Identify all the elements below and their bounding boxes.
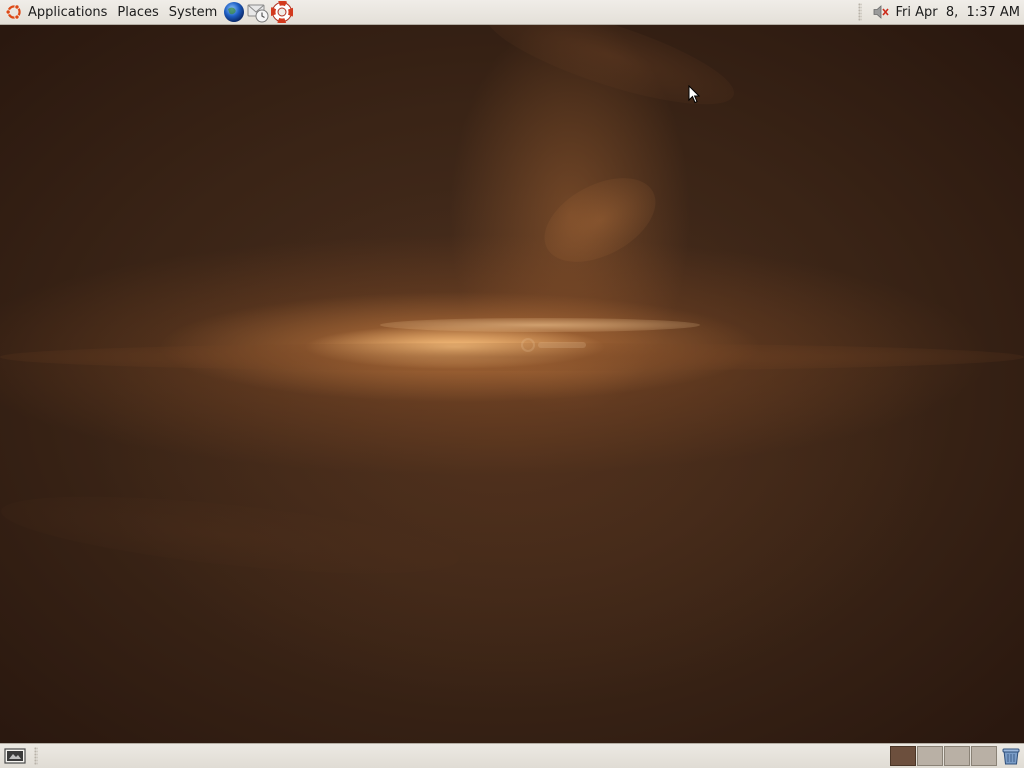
show-desktop-icon — [4, 748, 26, 764]
panel-drag-handle[interactable] — [857, 3, 862, 21]
top-panel: Applications Places System Fri Apr 8, 1:… — [0, 0, 1024, 25]
workspace-2[interactable] — [917, 746, 943, 766]
places-menu-label: Places — [117, 4, 159, 20]
help-launcher[interactable] — [270, 0, 294, 24]
applications-menu[interactable]: Applications — [0, 0, 112, 25]
clock[interactable]: Fri Apr 8, 1:37 AM — [890, 5, 1024, 20]
trash-icon — [1002, 748, 1020, 765]
firefox-web-browser-icon — [224, 2, 245, 22]
system-menu[interactable]: System — [164, 0, 222, 25]
system-menu-label: System — [168, 4, 218, 20]
volume-muted-icon[interactable] — [872, 4, 890, 20]
help-lifebuoy-icon — [271, 1, 294, 23]
screen: Applications Places System Fri Apr 8, 1:… — [0, 0, 1024, 768]
notification-area: Fri Apr 8, 1:37 AM — [857, 0, 1024, 25]
evolution-mail-icon — [247, 4, 269, 23]
wallpaper-streak — [530, 160, 670, 280]
ubuntu-watermark-icon — [521, 338, 586, 352]
applications-menu-label: Applications — [28, 4, 108, 20]
places-menu[interactable]: Places — [112, 0, 163, 25]
show-desktop-button[interactable] — [2, 745, 28, 767]
trash-applet[interactable] — [999, 745, 1023, 767]
wallpaper-streak — [477, 25, 743, 124]
mouse-cursor-icon — [688, 85, 700, 104]
ubuntu-logo-icon — [5, 4, 21, 20]
firefox-launcher[interactable] — [222, 0, 246, 24]
wallpaper-streak — [0, 343, 1024, 371]
evolution-launcher[interactable] — [246, 0, 270, 24]
wallpaper-streak — [0, 481, 462, 589]
panel-drag-handle[interactable] — [34, 747, 38, 765]
workspace-3[interactable] — [944, 746, 970, 766]
workspace-switcher — [889, 745, 997, 767]
workspace-4[interactable] — [971, 746, 997, 766]
desktop-wallpaper[interactable] — [0, 25, 1024, 743]
wallpaper-streak — [380, 318, 700, 332]
bottom-panel — [0, 743, 1024, 768]
workspace-1[interactable] — [890, 746, 916, 766]
